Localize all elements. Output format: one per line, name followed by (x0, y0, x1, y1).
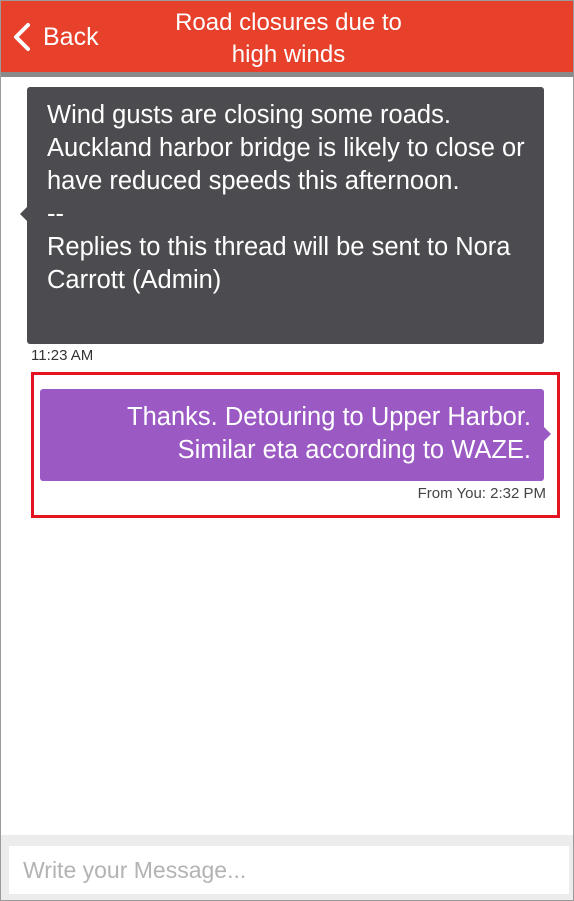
back-button[interactable]: Back (11, 17, 99, 57)
incoming-bubble-tail (20, 207, 27, 221)
outgoing-message-timestamp: From You: 2:32 PM (417, 485, 546, 502)
back-label: Back (43, 22, 99, 51)
incoming-message-bubble: Wind gusts are closing some roads. Auckl… (27, 87, 544, 344)
page-title: Road closures due to high winds (175, 9, 402, 68)
outgoing-bubble-tail (544, 427, 551, 441)
incoming-message-timestamp: 11:23 AM (31, 347, 94, 364)
message-composer (1, 835, 573, 900)
outgoing-message-bubble: Thanks. Detouring to Upper Harbor. Simil… (40, 389, 544, 481)
chevron-left-icon (14, 23, 30, 51)
nav-header: Back Road closures due to high winds (1, 1, 573, 72)
message-thread[interactable]: Wind gusts are closing some roads. Auckl… (1, 77, 573, 835)
message-input[interactable] (9, 846, 569, 894)
